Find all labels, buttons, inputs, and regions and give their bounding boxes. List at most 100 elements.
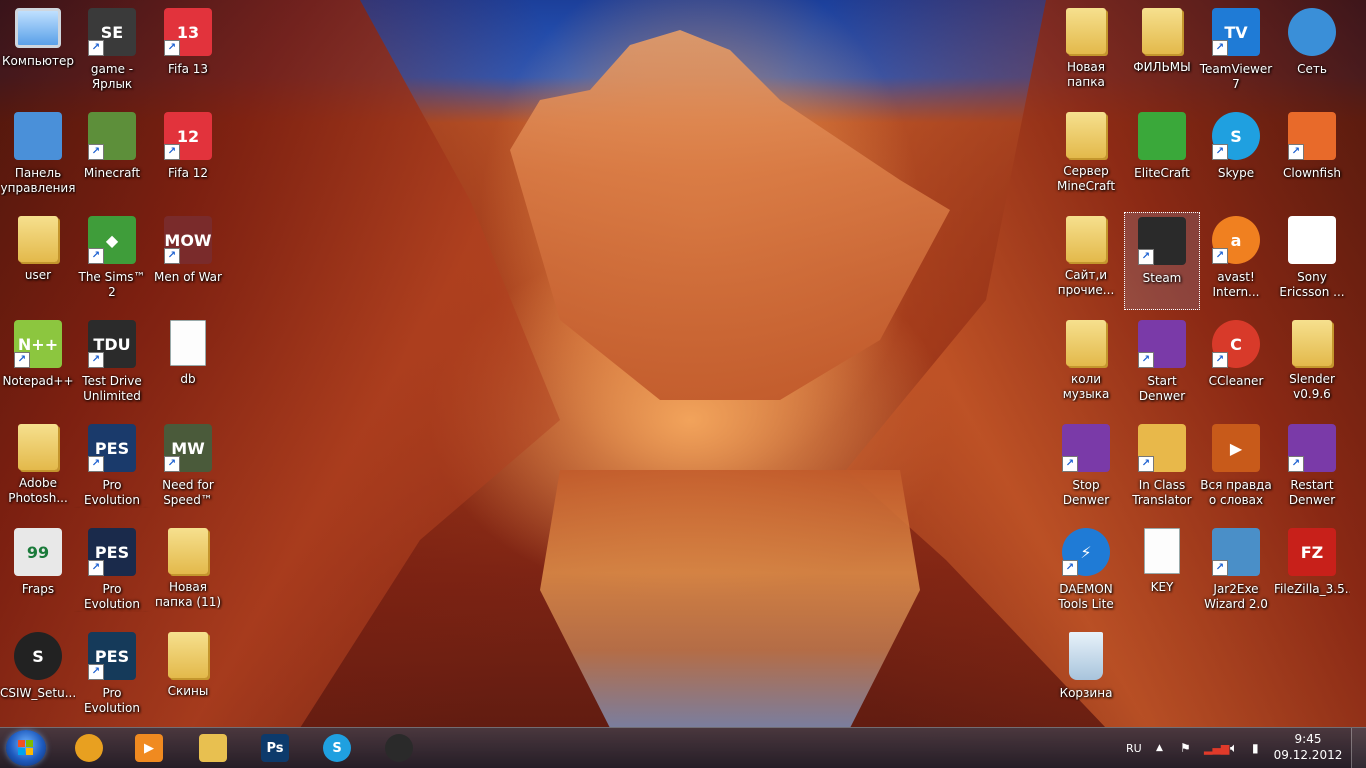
desktop-icon[interactable]: Новая папка (11) [150,524,226,622]
desktop-icon[interactable]: ▶ Вся правда о словах ХУ... [1198,420,1274,518]
desktop-icon[interactable]: Скины [150,628,226,726]
desktop-icon[interactable]: ⚡ ↗ DAEMON Tools Lite [1048,524,1124,622]
desktop-icon-label: In Class Translator [1132,478,1192,507]
desktop-icon[interactable]: ◆ ↗ The Sims™ 2 [74,212,150,310]
desktop-icon[interactable]: user [0,212,76,310]
show-hidden-icon: ▲ [1156,743,1163,753]
clock-time: 9:45 [1294,732,1322,746]
desktop-icon[interactable]: Корзина [1048,628,1124,726]
desktop-icon[interactable]: MW↗ Need for Speed™ Mo... [150,420,226,518]
desktop-icon[interactable]: PES↗ Pro Evolution Soccer 2012 [74,420,150,518]
desktop-icon[interactable]: 13 ↗ Fifa 13 [150,4,226,102]
desktop-icon-label: Новая папка [1066,60,1105,89]
shortcut-arrow-icon: ↗ [164,456,180,472]
desktop-icon[interactable]: ФИЛЬМЫ [1124,4,1200,102]
desktop-icon-label: Steam [1142,271,1182,285]
clock-date: 09.12.2012 [1273,748,1343,762]
desktop-icon-label: Notepad++ [2,374,74,388]
desktop-icon[interactable]: коли музыка [1048,316,1124,414]
fifa13-icon: 13 ↗ [164,8,212,56]
desktop-icon[interactable]: FZ FileZilla_3.5.... [1274,524,1350,622]
desktop-icon[interactable]: TV ↗ TeamViewer 7 [1198,4,1274,102]
desktop-icon-label: KEY [1150,580,1174,594]
desktop-icon[interactable]: ↗ Clownfish [1274,108,1350,206]
denwer-start-icon: ↗ [1138,320,1186,368]
language-indicator[interactable]: RU [1126,728,1142,768]
show-desktop-button[interactable] [1351,728,1366,768]
desktop-icon[interactable]: PES↗ Pro Evolution Soccer 2013 [74,524,150,622]
wallpaper-reflection [540,470,920,728]
desktop-icon[interactable]: TDU ↗ Test Drive Unlimited [74,316,150,414]
desktop-icon[interactable]: ↗ Start Denwer [1124,316,1200,414]
desktop-icon[interactable]: a ↗ avast! Intern... [1198,212,1274,310]
taskbar-app-button[interactable] [372,730,426,766]
desktop-icon-label: Need for Speed™ Mo... [162,478,214,507]
taskbar-app-button[interactable]: S [310,730,364,766]
desktop-icon[interactable]: N++ ↗ Notepad++ [0,316,76,414]
volume-button[interactable]: 🔈︎ [1230,728,1238,768]
recycle-bin-icon [1069,632,1103,680]
desktop-icon[interactable]: PES↗ Pro Evolution Soccer 2013... [74,628,150,726]
jar2exe-icon: ↗ [1212,528,1260,576]
power-button[interactable]: ▮ [1252,728,1259,768]
desktop-icon[interactable]: Новая папка [1048,4,1124,102]
file-icon [1144,528,1180,574]
desktop-icon[interactable]: ↗ Minecraft [74,108,150,206]
shortcut-arrow-icon: ↗ [1138,249,1154,265]
desktop-icon[interactable]: Adobe Photosh... [0,420,76,518]
desktop-icon-label: Slender v0.9.6 [1289,372,1335,401]
shortcut-arrow-icon: ↗ [164,40,180,56]
shortcut-arrow-icon: ↗ [164,248,180,264]
network-button[interactable]: ▂▄▆ [1204,728,1229,768]
taskbar-app-button[interactable] [186,730,240,766]
daemon-tools-icon: ⚡ ↗ [1062,528,1110,576]
desktop-icon[interactable]: Сеть [1274,4,1350,102]
fifa12-icon: 12 ↗ [164,112,212,160]
desktop-icon[interactable]: MOW ↗ Men of War [150,212,226,310]
show-hidden-icons-button[interactable]: ▲ [1156,728,1163,768]
desktop-icon[interactable]: Компьютер [0,4,76,102]
video-file-icon: ▶ [1212,424,1260,472]
desktop-icon-label: Start Denwer [1138,374,1186,403]
desktop-icon[interactable]: KEY [1124,524,1200,622]
desktop-icon-label: Fifa 12 [167,166,209,180]
taskbar: ▶ Ps S RU ▲ ⚑ ▂▄▆ 🔈︎ ▮ 9:45 09.12.2012 [0,727,1366,768]
shortcut-arrow-icon: ↗ [1288,144,1304,160]
taskbar-app-button[interactable] [62,730,116,766]
desktop-icon[interactable]: ↗ Restart Denwer [1274,420,1350,518]
desktop-icon[interactable]: SE ↗ game - Ярлык [74,4,150,102]
desktop-icon[interactable]: Sony Ericsson ... [1274,212,1350,310]
desktop-icon-label: CCleaner [1208,374,1264,388]
desktop-icon-label: коли музыка [1062,372,1110,401]
desktop-icon[interactable]: 99 Fraps [0,524,76,622]
desktop-icon[interactable]: db [150,316,226,414]
desktop-icon[interactable]: ↗ In Class Translator [1124,420,1200,518]
desktop-icon-label: CSIW_Setu... [0,686,76,700]
shortcut-arrow-icon: ↗ [88,352,104,368]
start-button[interactable] [6,730,46,766]
action-center-button[interactable]: ⚑ [1180,728,1191,768]
desktop-icon[interactable]: Сайт,и прочие... [1048,212,1124,310]
desktop-icon[interactable]: S CSIW_Setu... [0,628,76,726]
desktop-icon[interactable]: ↗ Jar2Exe Wizard 2.0 [1198,524,1274,622]
desktop-icon[interactable]: ↗ Stop Denwer [1048,420,1124,518]
clock[interactable]: 9:45 09.12.2012 [1272,731,1344,763]
desktop-icon[interactable]: S ↗ Skype [1198,108,1274,206]
taskbar-app-button[interactable]: Ps [248,730,302,766]
desktop-icon-label: Панель управления [0,166,76,195]
desktop-icon[interactable]: 12 ↗ Fifa 12 [150,108,226,206]
desktop-icon[interactable]: Slender v0.9.6 [1274,316,1350,414]
desktop-icon-label: Pro Evolution Soccer 2012 [84,478,140,507]
desktop-icon-label: EliteCraft [1134,166,1190,180]
music-folder-icon [1066,320,1106,366]
desktop-icon[interactable]: ↗ Steam [1124,212,1200,310]
desktop-icon-label: ФИЛЬМЫ [1133,60,1191,74]
desktop-icon-label: Sony Ericsson ... [1279,270,1345,299]
taskbar-app-button[interactable]: ▶ [122,730,176,766]
desktop-icon[interactable]: Панель управления [0,108,76,206]
desktop-icon-label: FileZilla_3.5.... [1274,582,1350,596]
desktop-icon[interactable]: C ↗ CCleaner [1198,316,1274,414]
shortcut-arrow-icon: ↗ [1212,40,1228,56]
desktop-icon[interactable]: Сервер MineCraft [1048,108,1124,206]
desktop-icon[interactable]: EliteCraft [1124,108,1200,206]
